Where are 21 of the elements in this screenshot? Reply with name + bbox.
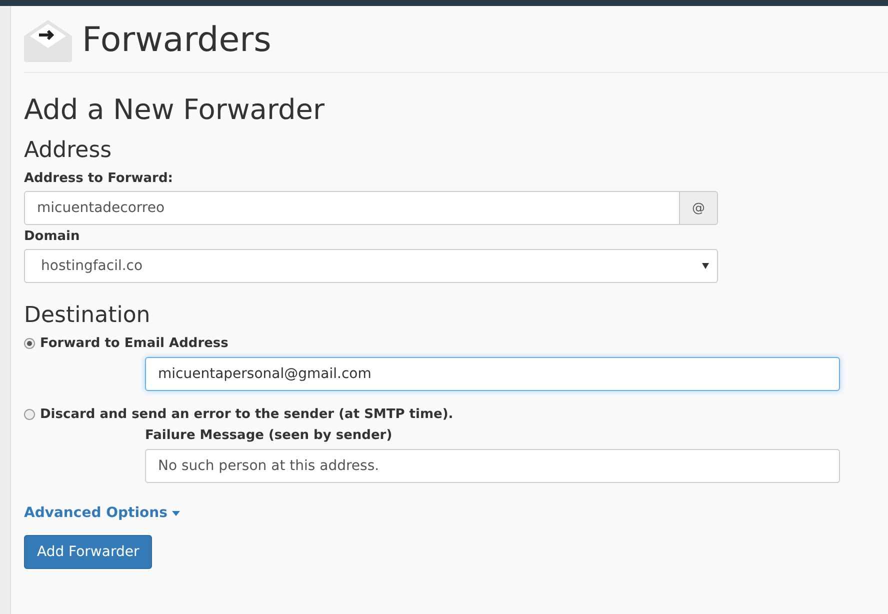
- radio-button[interactable]: [24, 409, 35, 420]
- field-label: Address to Forward:: [24, 171, 174, 186]
- section-heading: Address: [24, 138, 113, 163]
- radio-label: Discard and send an error to the sender (at SMTP time).: [40, 407, 454, 422]
- domain-select[interactable]: hostingfacil.co: [24, 249, 718, 283]
- caret-icon: [702, 263, 709, 269]
- field-label: Failure Message (seen by sender): [145, 428, 394, 443]
- envelope-icon: [24, 18, 72, 62]
- advanced-options-link[interactable]: Advanced Options: [24, 505, 180, 521]
- email-field[interactable]: micuentapersonal@gmail.com: [145, 357, 840, 391]
- radio-button[interactable]: [24, 338, 35, 349]
- caret-icon: [172, 510, 180, 516]
- add-forwarder-button[interactable]: Add Forwarder: [24, 535, 152, 569]
- form-heading: Add a New Forwarder: [24, 93, 326, 126]
- message-field[interactable]: No such person at this address.: [145, 449, 840, 483]
- page-title: Forwarders: [82, 20, 272, 60]
- address-field[interactable]: micuentadecorreo: [24, 191, 680, 225]
- at-addon: @: [680, 191, 718, 225]
- radio-label: Forward to Email Address: [40, 336, 228, 351]
- field-label: Domain: [24, 229, 81, 244]
- section-heading: Destination: [24, 303, 152, 328]
